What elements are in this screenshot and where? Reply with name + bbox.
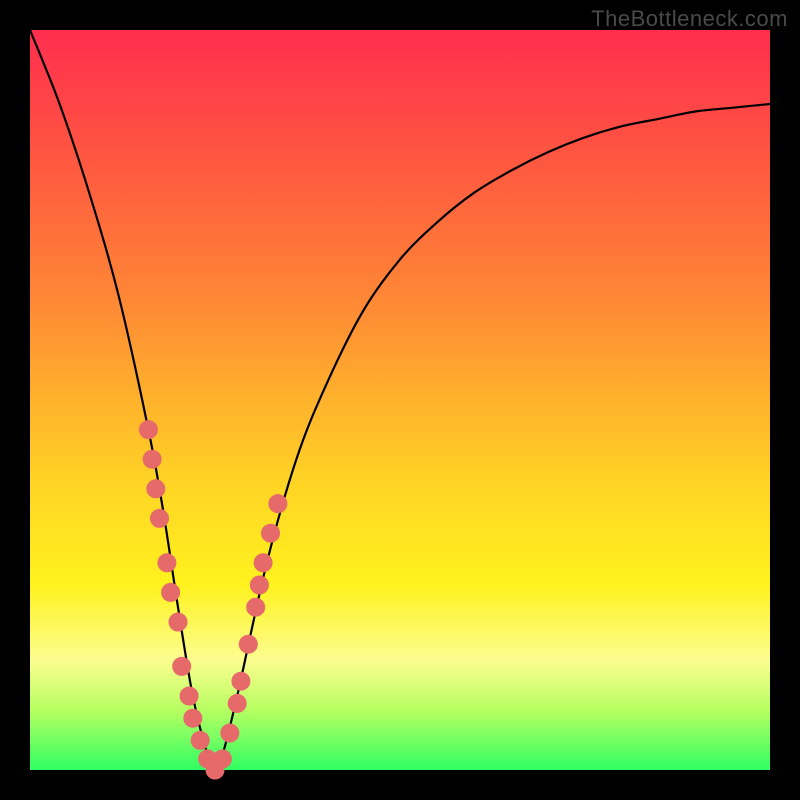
data-marker [232,672,250,690]
data-marker [158,554,176,572]
data-marker [151,509,169,527]
data-marker [239,635,257,653]
data-marker [147,480,165,498]
data-marker [221,724,239,742]
data-marker [213,750,231,768]
data-marker [254,554,272,572]
data-marker [169,613,187,631]
data-marker [180,687,198,705]
data-marker [143,450,161,468]
data-marker [269,495,287,513]
data-marker [250,576,268,594]
data-marker [162,583,180,601]
data-marker [173,657,191,675]
data-marker [191,731,209,749]
data-marker [247,598,265,616]
data-marker [184,709,202,727]
chart-svg [30,30,770,770]
marker-group [139,421,287,779]
data-marker [139,421,157,439]
data-marker [262,524,280,542]
watermark-text: TheBottleneck.com [591,6,788,32]
bottleneck-curve-path [30,30,770,770]
chart-frame: TheBottleneck.com [0,0,800,800]
data-marker [228,694,246,712]
plot-area [30,30,770,770]
